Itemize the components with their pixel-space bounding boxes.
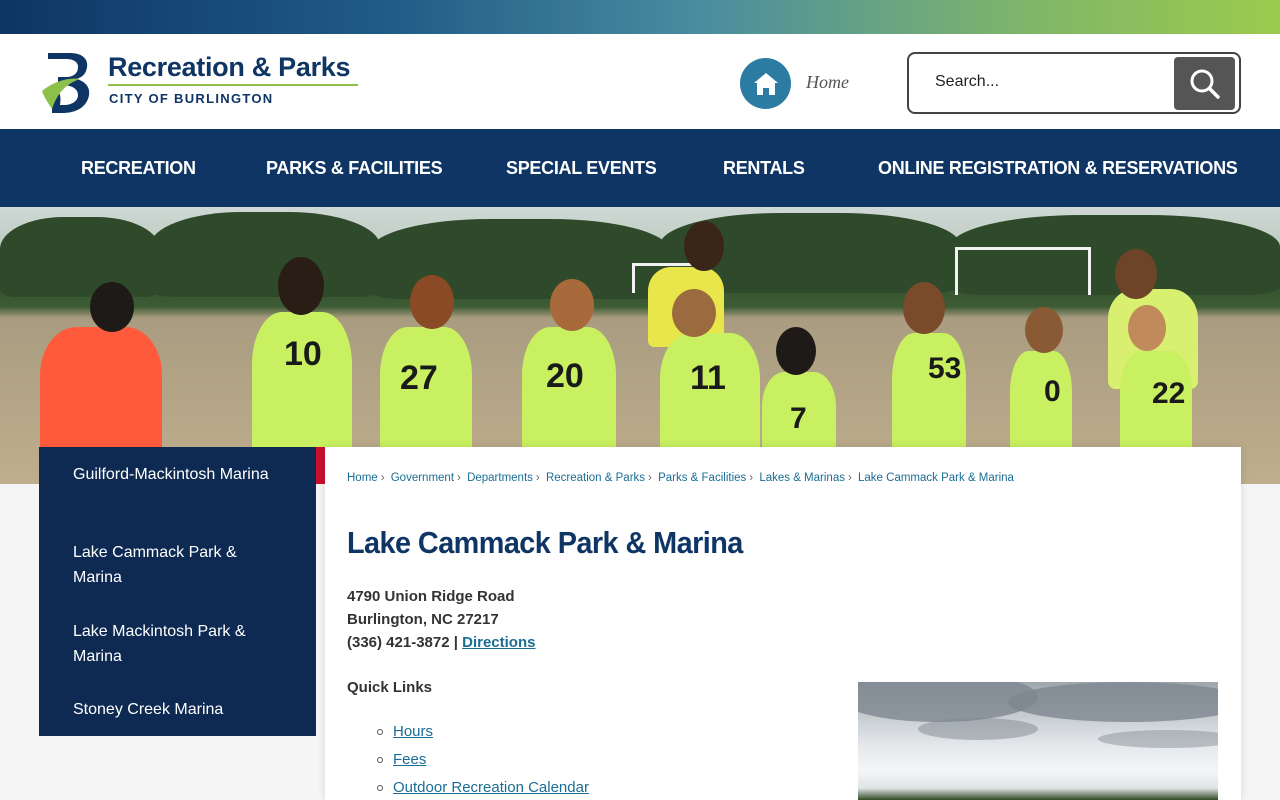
jersey-number: 20	[546, 357, 584, 395]
jersey-number: 0	[1044, 375, 1061, 408]
list-bullet	[377, 785, 383, 791]
jersey-number: 22	[1152, 377, 1186, 410]
nav-parks-facilities[interactable]: PARKS & FACILITIES	[266, 129, 443, 207]
home-link[interactable]: Home	[806, 72, 849, 93]
sidebar-item-lake-cammack[interactable]: Lake Cammack Park & Marina	[73, 540, 283, 590]
nav-online-registration[interactable]: ONLINE REGISTRATION & RESERVATIONS	[878, 129, 1238, 207]
address-line-1: 4790 Union Ridge Road	[347, 588, 515, 605]
phone-line: (336) 421-3872 | Directions	[347, 634, 535, 651]
top-gradient-bar	[0, 0, 1280, 34]
search-input[interactable]	[935, 73, 1165, 91]
sidebar-item-stoney-creek[interactable]: Stoney Creek Marina	[73, 697, 283, 722]
address-line-2: Burlington, NC 27217	[347, 611, 499, 628]
search-box	[907, 52, 1241, 114]
breadcrumb-recreation-parks[interactable]: Recreation & Parks	[546, 472, 645, 484]
breadcrumb-departments[interactable]: Departments	[467, 472, 533, 484]
home-button[interactable]	[740, 58, 791, 109]
jersey-number: 10	[284, 335, 322, 373]
list-bullet	[377, 757, 383, 763]
page-title: Lake Cammack Park & Marina	[347, 525, 743, 560]
search-icon	[1190, 69, 1220, 99]
jersey-number: 7	[790, 402, 807, 435]
jersey-number: 27	[400, 359, 438, 397]
quick-link-hours[interactable]: Hours	[393, 723, 433, 740]
search-button[interactable]	[1174, 57, 1235, 110]
list-bullet	[377, 729, 383, 735]
directions-link[interactable]: Directions	[462, 634, 535, 651]
breadcrumb-government[interactable]: Government	[391, 472, 454, 484]
breadcrumb: Home › Government › Departments › Recreatio…	[347, 472, 1014, 484]
logo-subtitle: CITY OF BURLINGTON	[109, 91, 274, 106]
hero-banner-image: 10 27 20 11 7 53 0 22	[0, 207, 1280, 484]
quick-links-title: Quick Links	[347, 679, 433, 696]
home-icon	[753, 72, 778, 95]
site-header: Recreation & Parks CITY OF BURLINGTON Ho…	[0, 34, 1280, 129]
breadcrumb-current[interactable]: Lake Cammack Park & Marina	[858, 472, 1014, 484]
burlington-logo-icon[interactable]	[40, 47, 96, 115]
logo-title[interactable]: Recreation & Parks	[108, 52, 351, 83]
sidebar-item-lake-mackintosh[interactable]: Lake Mackintosh Park & Marina	[73, 619, 283, 669]
jersey-number: 11	[690, 359, 726, 397]
breadcrumb-lakes-marinas[interactable]: Lakes & Marinas	[759, 472, 845, 484]
quick-link-fees[interactable]: Fees	[393, 751, 426, 768]
breadcrumb-home[interactable]: Home	[347, 472, 378, 484]
breadcrumb-parks-facilities[interactable]: Parks & Facilities	[658, 472, 746, 484]
sidebar-nav: Guilford-Mackintosh Marina Lake Cammack …	[39, 447, 316, 736]
lake-photo	[858, 682, 1218, 800]
nav-special-events[interactable]: SPECIAL EVENTS	[506, 129, 657, 207]
logo-divider	[108, 84, 358, 86]
main-content: Home › Government › Departments › Recreatio…	[325, 447, 1241, 800]
sidebar-item-guilford-mackintosh[interactable]: Guilford-Mackintosh Marina	[73, 462, 283, 487]
nav-recreation[interactable]: RECREATION	[81, 129, 196, 207]
nav-rentals[interactable]: RENTALS	[723, 129, 805, 207]
sidebar-active-accent	[316, 447, 325, 484]
phone-number: (336) 421-3872 |	[347, 634, 458, 651]
jersey-number: 53	[928, 352, 962, 385]
main-nav: RECREATION PARKS & FACILITIES SPECIAL EV…	[0, 129, 1280, 207]
quick-link-outdoor-calendar[interactable]: Outdoor Recreation Calendar	[393, 779, 589, 796]
